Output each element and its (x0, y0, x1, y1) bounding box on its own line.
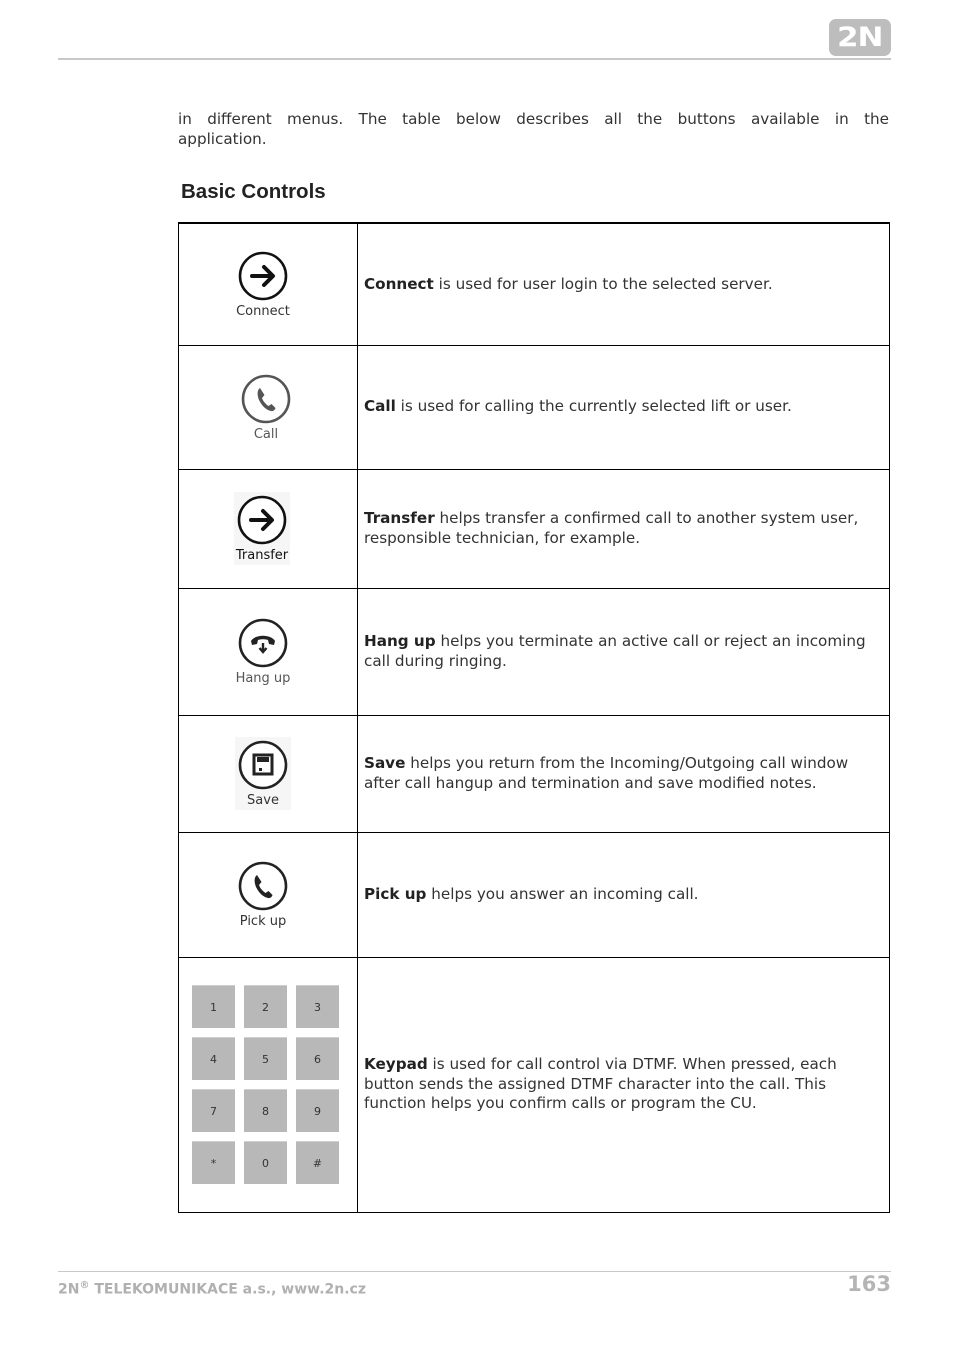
phone-circle-icon (241, 374, 291, 423)
control-name: Keypad (364, 1055, 428, 1074)
basic-controls-table: Connect Connect is used for user login t… (178, 222, 890, 1213)
hang-up-icon-label: Hang up (235, 671, 291, 686)
connect-icon-label: Connect (236, 303, 290, 319)
footer-divider (58, 1271, 891, 1272)
connect-button-image: Connect (236, 250, 290, 319)
table-row: Pick up Pick up helps you answer an inco… (178, 831, 890, 958)
icon-cell: Call (178, 344, 358, 470)
footer-company-text: TELEKOMUNIKACE a.s., www.2n.cz (89, 1281, 366, 1298)
control-description: is used for calling the currently select… (395, 397, 792, 416)
table-row: Save Save helps you return from the Inco… (178, 714, 890, 833)
control-name: Connect (364, 274, 434, 293)
description-cell: Pick up helps you answer an incoming cal… (357, 831, 890, 958)
control-description: is used for call control via DTMF. When … (364, 1055, 837, 1113)
keypad-key-6: 6 (296, 1037, 339, 1080)
description-cell: Transfer helps transfer a confirmed call… (357, 468, 890, 589)
icon-cell: Hang up (178, 587, 358, 716)
table-row: Call Call is used for calling the curren… (178, 344, 890, 470)
keypad-key-5: 5 (244, 1037, 287, 1080)
table-row: Connect Connect is used for user login t… (178, 222, 890, 346)
pick-up-button-image: Pick up (237, 860, 289, 929)
keypad-key-9: 9 (296, 1089, 339, 1132)
description-cell: Call is used for calling the currently s… (357, 344, 890, 470)
control-description: helps you return from the Incoming/Outgo… (364, 754, 849, 792)
arrow-right-circle-icon (237, 495, 287, 545)
transfer-icon-label: Transfer (235, 548, 289, 563)
arrow-right-circle-icon (238, 251, 288, 301)
icon-cell: Transfer (178, 468, 358, 589)
registered-mark: ® (79, 1280, 90, 1291)
keypad-key-8: 8 (244, 1089, 287, 1132)
table-row: Transfer Transfer helps transfer a confi… (178, 468, 890, 589)
page-number: 163 (847, 1272, 891, 1296)
control-name: Save (364, 754, 406, 772)
table-row: Hang up Hang up helps you terminate an a… (178, 587, 890, 716)
intro-line-2: application. (178, 129, 267, 148)
icon-cell: 1 2 3 4 5 6 7 8 9 * 0 # (178, 956, 358, 1213)
call-icon-label: Call (253, 426, 279, 442)
keypad-key-1: 1 (192, 985, 235, 1028)
logo-text: 2N (837, 22, 883, 53)
save-icon-label: Save (247, 793, 279, 808)
description-cell: Connect is used for user login to the se… (357, 222, 890, 346)
transfer-button-image: Transfer (233, 492, 291, 565)
keypad-key-7: 7 (192, 1089, 235, 1132)
icon-cell: Pick up (178, 831, 358, 958)
keypad-key-hash: # (296, 1141, 339, 1184)
description-cell: Save helps you return from the Incoming/… (357, 714, 890, 833)
keypad-key-2: 2 (244, 985, 287, 1028)
control-description: helps you terminate an active call or re… (364, 632, 866, 670)
control-name: Pick up (364, 884, 427, 903)
intro-line-1: in different menus. The table below desc… (178, 110, 889, 128)
footer-brand: 2N (58, 1281, 80, 1298)
table-row: 1 2 3 4 5 6 7 8 9 * 0 # Keypad is used f… (178, 956, 890, 1213)
call-button-image: Call (240, 373, 292, 442)
icon-cell: Connect (178, 222, 358, 346)
keypad-key-0: 0 (244, 1141, 287, 1184)
control-description: helps you answer an incoming call. (426, 884, 699, 903)
footer-company: 2N® TELEKOMUNIKACE a.s., www.2n.cz (58, 1280, 366, 1298)
hang-up-button-image: Hang up (235, 617, 291, 686)
control-description: helps transfer a confirmed call to anoth… (364, 509, 859, 547)
control-name: Call (364, 397, 396, 416)
control-name: Hang up (364, 632, 436, 650)
section-title: Basic Controls (181, 180, 326, 203)
keypad-icon: 1 2 3 4 5 6 7 8 9 * 0 # (192, 985, 357, 1184)
save-button-image: Save (235, 737, 291, 810)
header-divider (58, 58, 891, 60)
pick-up-icon-label: Pick up (239, 914, 287, 929)
keypad-key-3: 3 (296, 985, 339, 1028)
keypad-key-star: * (192, 1141, 235, 1184)
floppy-disk-circle-icon (238, 740, 288, 790)
intro-paragraph: in different menus. The table below desc… (178, 110, 889, 149)
control-name: Transfer (364, 509, 435, 527)
keypad-key-4: 4 (192, 1037, 235, 1080)
brand-logo: 2N (829, 19, 891, 56)
control-description: is used for user login to the selected s… (433, 274, 773, 293)
phone-circle-icon (238, 861, 288, 911)
description-cell: Hang up helps you terminate an active ca… (357, 587, 890, 716)
hang-up-circle-icon (238, 618, 288, 668)
description-cell: Keypad is used for call control via DTMF… (357, 956, 890, 1213)
icon-cell: Save (178, 714, 358, 833)
